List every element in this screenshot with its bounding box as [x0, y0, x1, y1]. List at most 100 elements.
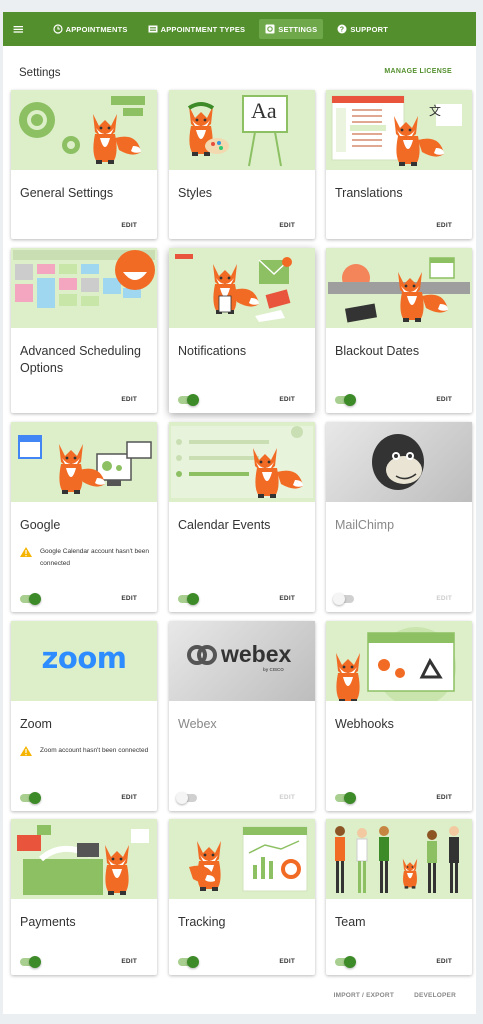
card-webhooks[interactable]: Webhooks EDIT: [326, 621, 472, 811]
general-settings-illustration: [11, 90, 157, 170]
tracking-illustration: [169, 819, 315, 899]
gear-icon: [265, 24, 275, 34]
manage-license-link[interactable]: MANAGE LICENSE: [384, 68, 452, 75]
warning-message: Zoom account hasn't been connected: [20, 745, 150, 757]
card-mailchimp[interactable]: MailChimp EDIT: [326, 422, 472, 612]
team-toggle[interactable]: [335, 956, 356, 968]
card-title: Blackout Dates: [335, 344, 420, 358]
nav-support[interactable]: ? SUPPORT: [331, 19, 394, 39]
payments-illustration: [11, 819, 157, 899]
card-title: Tracking: [178, 915, 226, 929]
edit-button[interactable]: EDIT: [279, 222, 295, 229]
team-illustration: [326, 819, 472, 899]
mailchimp-toggle[interactable]: [333, 593, 354, 605]
zoom-logo: zoom: [11, 621, 157, 701]
card-styles[interactable]: Aa Styles EDIT: [169, 90, 315, 239]
card-tracking[interactable]: Tracking EDIT: [169, 819, 315, 975]
clock-icon: [52, 24, 63, 34]
edit-button[interactable]: EDIT: [121, 396, 137, 403]
card-title: MailChimp: [335, 518, 395, 532]
settings-panel: Settings MANAGE LICENSE General Settings…: [3, 46, 476, 1014]
webex-toggle[interactable]: [176, 792, 197, 804]
edit-button[interactable]: EDIT: [436, 595, 452, 602]
nav-settings[interactable]: SETTINGS: [259, 19, 324, 39]
nav-appointments-label: APPOINTMENTS: [65, 24, 128, 34]
advanced-scheduling-illustration: [11, 248, 157, 328]
warning-message: Google Calendar account hasn't been conn…: [20, 546, 150, 570]
edit-button[interactable]: EDIT: [279, 958, 295, 965]
nav-support-label: SUPPORT: [350, 24, 389, 34]
calendar-events-illustration: [169, 422, 315, 502]
google-toggle[interactable]: [20, 593, 41, 605]
tracking-toggle[interactable]: [178, 956, 199, 968]
card-calendar-events[interactable]: Calendar Events EDIT: [169, 422, 315, 612]
list-icon: [148, 25, 158, 33]
card-blackout-dates[interactable]: Blackout Dates EDIT: [326, 248, 472, 413]
webex-logo-sub: by CISCO: [263, 667, 284, 672]
top-nav-bar: ≡ APPOINTMENTS APPOINTMENT TYPES SETTING…: [3, 12, 476, 46]
card-payments[interactable]: Payments EDIT: [11, 819, 157, 975]
translations-illustration: 文: [326, 90, 472, 170]
edit-button[interactable]: EDIT: [279, 595, 295, 602]
card-title: Webhooks: [335, 717, 394, 731]
card-title: General Settings: [20, 186, 114, 200]
edit-button[interactable]: EDIT: [121, 595, 137, 602]
card-team[interactable]: Team EDIT: [326, 819, 472, 975]
card-general-settings[interactable]: General Settings EDIT: [11, 90, 157, 239]
warning-icon: [20, 746, 32, 756]
edit-button[interactable]: EDIT: [436, 396, 452, 403]
card-webex[interactable]: webex by CISCO Webex EDIT: [169, 621, 315, 811]
edit-button[interactable]: EDIT: [121, 794, 137, 801]
blackout-dates-illustration: [326, 248, 472, 328]
webhooks-toggle[interactable]: [335, 792, 356, 804]
webex-logo-text: webex: [221, 641, 292, 667]
notifications-illustration: [169, 248, 315, 328]
page-title: Settings: [19, 67, 61, 79]
edit-button[interactable]: EDIT: [436, 222, 452, 229]
card-title: Styles: [178, 186, 213, 200]
import-export-link[interactable]: IMPORT / EXPORT: [334, 992, 394, 999]
nav-settings-label: SETTINGS: [278, 24, 318, 34]
warning-text: Zoom account hasn't been connected: [40, 747, 149, 754]
webhooks-illustration: [326, 621, 472, 701]
card-title: Payments: [20, 915, 76, 929]
card-title: Google: [20, 518, 61, 532]
warning-text: Google Calendar account hasn't been conn…: [40, 548, 149, 567]
card-title: Calendar Events: [178, 518, 271, 532]
card-title: Notifications: [178, 344, 247, 358]
edit-button[interactable]: EDIT: [436, 958, 452, 965]
svg-text:?: ?: [340, 27, 344, 34]
card-notifications[interactable]: Notifications EDIT: [169, 248, 315, 413]
nav-appointment-types-label: APPOINTMENT TYPES: [160, 24, 246, 34]
card-title: Zoom: [20, 717, 52, 731]
card-google[interactable]: Google Google Calendar account hasn't be…: [11, 422, 157, 612]
webex-logo: webex by CISCO: [169, 621, 315, 701]
styles-sample-text: Aa: [251, 98, 277, 123]
card-advanced-scheduling[interactable]: Advanced Scheduling Options EDIT: [11, 248, 157, 413]
nav-appointment-types[interactable]: APPOINTMENT TYPES: [142, 19, 252, 39]
developer-link[interactable]: DEVELOPER: [414, 992, 456, 999]
payments-toggle[interactable]: [20, 956, 41, 968]
edit-button[interactable]: EDIT: [436, 794, 452, 801]
edit-button[interactable]: EDIT: [121, 958, 137, 965]
card-title: Advanced Scheduling Options: [20, 344, 141, 375]
translations-sample-text: 文: [429, 104, 442, 118]
help-icon: ?: [337, 24, 347, 34]
card-title: Translations: [335, 186, 403, 200]
hamburger-icon[interactable]: ≡: [12, 21, 25, 37]
card-title: Webex: [178, 717, 217, 731]
nav-appointments[interactable]: APPOINTMENTS: [47, 19, 134, 39]
edit-button[interactable]: EDIT: [121, 222, 137, 229]
blackout-dates-toggle[interactable]: [335, 394, 356, 406]
notifications-toggle[interactable]: [178, 394, 199, 406]
calendar-events-toggle[interactable]: [178, 593, 199, 605]
edit-button[interactable]: EDIT: [279, 396, 295, 403]
edit-button[interactable]: EDIT: [279, 794, 295, 801]
styles-illustration: Aa: [169, 90, 315, 170]
card-title: Team: [335, 915, 366, 929]
card-translations[interactable]: 文 Translations EDIT: [326, 90, 472, 239]
google-illustration: [11, 422, 157, 502]
card-zoom[interactable]: zoom Zoom Zoom account hasn't been conne…: [11, 621, 157, 811]
zoom-toggle[interactable]: [20, 792, 41, 804]
warning-icon: [20, 547, 32, 557]
